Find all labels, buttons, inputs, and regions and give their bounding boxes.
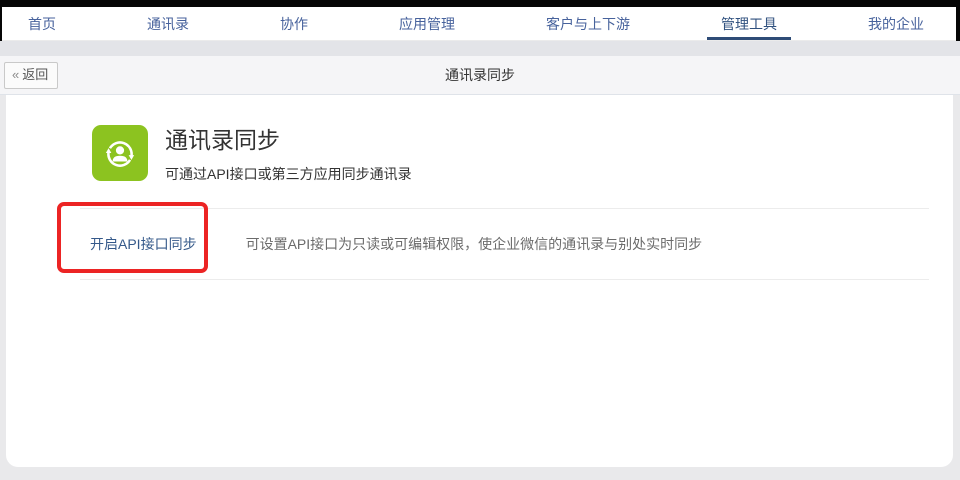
hero-text: 通讯录同步 可通过API接口或第三方应用同步通讯录 [165, 125, 412, 184]
nav-item-collaboration[interactable]: 协作 [270, 7, 318, 40]
spacer-band [0, 41, 960, 56]
api-sync-setting-row: 开启API接口同步 可设置API接口为只读或可编辑权限，使企业微信的通讯录与别处… [6, 209, 953, 279]
enable-api-sync-link[interactable]: 开启API接口同步 [90, 234, 197, 254]
feature-subtitle: 可通过API接口或第三方应用同步通讯录 [165, 165, 412, 182]
api-sync-description: 可设置API接口为只读或可编辑权限，使企业微信的通讯录与别处实时同步 [245, 235, 703, 252]
contacts-sync-icon [92, 125, 148, 181]
back-button-label: 返回 [22, 67, 49, 82]
nav-item-home[interactable]: 首页 [18, 7, 66, 40]
content-card: 通讯录同步 可通过API接口或第三方应用同步通讯录 开启API接口同步 可设置A… [6, 95, 953, 467]
contacts-sync-page: { "nav": { "items": [ { "label": "首页", "… [0, 0, 960, 480]
top-navbar: 首页 通讯录 协作 应用管理 客户与上下游 管理工具 我的企业 [2, 7, 956, 41]
feature-title: 通讯录同步 [165, 127, 280, 153]
nav-item-app-management[interactable]: 应用管理 [389, 7, 465, 40]
nav-item-customers[interactable]: 客户与上下游 [536, 7, 640, 40]
nav-item-contacts[interactable]: 通讯录 [137, 7, 199, 40]
window-chrome: 首页 通讯录 协作 应用管理 客户与上下游 管理工具 我的企业 [0, 0, 960, 41]
nav-item-my-enterprise[interactable]: 我的企业 [858, 7, 934, 40]
page-title: 通讯录同步 [445, 67, 515, 83]
nav-item-admin-tools[interactable]: 管理工具 [707, 7, 791, 40]
page-subheader: «返回 通讯录同步 [0, 56, 960, 95]
back-button[interactable]: «返回 [4, 62, 59, 89]
back-chevron-icon: « [12, 67, 20, 82]
hero-section: 通讯录同步 可通过API接口或第三方应用同步通讯录 [6, 95, 953, 184]
divider [80, 278, 929, 280]
